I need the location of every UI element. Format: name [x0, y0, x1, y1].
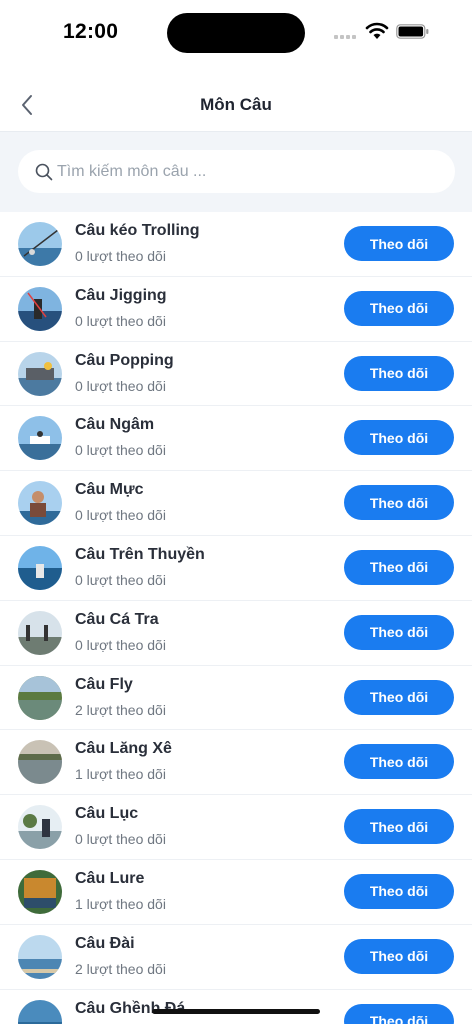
- search-input[interactable]: [57, 162, 437, 181]
- avatar: [18, 805, 62, 850]
- item-name: Câu Fly: [75, 675, 133, 693]
- list-item[interactable]: Câu Cá Tra 0 lượt theo dõi Theo dõi: [0, 601, 472, 666]
- follower-count: 0 lượt theo dõi: [75, 831, 166, 848]
- item-name: Câu Lục: [75, 805, 139, 823]
- avatar: [18, 286, 62, 331]
- wifi-icon: [365, 22, 389, 39]
- item-name: Câu Popping: [75, 351, 174, 369]
- follow-button[interactable]: Theo dõi: [344, 355, 454, 391]
- avatar: [18, 481, 62, 526]
- list-item[interactable]: Câu Mực 0 lượt theo dõi Theo dõi: [0, 471, 472, 536]
- item-name: Câu Lăng Xê: [75, 740, 172, 758]
- avatar: [18, 416, 62, 461]
- item-name: Câu Lure: [75, 869, 145, 887]
- follower-count: 2 lượt theo dõi: [75, 701, 166, 718]
- page-title: Môn Câu: [200, 95, 272, 114]
- follow-button[interactable]: Theo dõi: [344, 226, 454, 261]
- avatar: [18, 869, 62, 914]
- list-item[interactable]: Câu Lục 0 lượt theo dõi Theo dõi: [0, 795, 472, 860]
- battery-icon: [396, 24, 429, 39]
- follower-count: 0 lượt theo dõi: [75, 442, 166, 459]
- avatar: [18, 222, 62, 266]
- list-item[interactable]: Câu Fly 2 lượt theo dõi Theo dõi: [0, 666, 472, 731]
- follow-button[interactable]: Theo dõi: [344, 679, 454, 715]
- list-item[interactable]: Câu Lure 1 lượt theo dõi Theo dõi: [0, 860, 472, 925]
- navigation-bar: Môn Câu: [0, 80, 472, 132]
- search-icon: [35, 163, 53, 180]
- item-name: Câu kéo Trolling: [75, 222, 200, 239]
- avatar: [18, 675, 62, 720]
- search-bar[interactable]: [18, 150, 455, 193]
- follow-button[interactable]: Theo dõi: [344, 873, 454, 909]
- follow-button[interactable]: Theo dõi: [344, 290, 454, 326]
- list-item[interactable]: Câu Đài 2 lượt theo dõi Theo dõi: [0, 925, 472, 990]
- status-bar: 12:00: [0, 0, 472, 64]
- item-name: Câu Trên Thuyền: [75, 545, 205, 563]
- follow-button[interactable]: Theo dõi: [344, 1003, 454, 1024]
- avatar: [18, 610, 62, 655]
- list-item[interactable]: Câu Popping 0 lượt theo dõi Theo dõi: [0, 342, 472, 407]
- avatar: [18, 545, 62, 590]
- item-name: Câu Ngâm: [75, 416, 155, 434]
- list-item[interactable]: Câu kéo Trolling 0 lượt theo dõi Theo dõ…: [0, 212, 472, 277]
- follow-button[interactable]: Theo dõi: [344, 614, 454, 650]
- search-section: [0, 132, 472, 212]
- follower-count: 0 lượt theo dõi: [75, 377, 166, 394]
- follow-button[interactable]: Theo dõi: [344, 485, 454, 521]
- follower-count: 0 lượt theo dõi: [75, 636, 166, 653]
- cellular-signal-icon: [334, 35, 356, 39]
- list-item[interactable]: Câu Ghềnh Đá Theo dõi: [0, 990, 472, 1024]
- avatar: [18, 999, 62, 1024]
- follow-button[interactable]: Theo dõi: [344, 938, 454, 974]
- avatar: [18, 934, 62, 979]
- follower-count: 0 lượt theo dõi: [75, 571, 166, 588]
- item-name: Câu Jigging: [75, 286, 167, 304]
- follow-button[interactable]: Theo dõi: [344, 420, 454, 456]
- list-item[interactable]: Câu Trên Thuyền 0 lượt theo dõi Theo dõi: [0, 536, 472, 601]
- follower-count: 0 lượt theo dõi: [75, 507, 166, 524]
- avatar: [18, 351, 62, 396]
- follower-count: 1 lượt theo dõi: [75, 895, 166, 912]
- follow-button[interactable]: Theo dõi: [344, 549, 454, 585]
- follower-count: 2 lượt theo dõi: [75, 960, 166, 977]
- follow-button[interactable]: Theo dõi: [344, 744, 454, 780]
- dynamic-island: [167, 13, 305, 53]
- fishing-type-list: Câu kéo Trolling 0 lượt theo dõi Theo dõ…: [0, 212, 472, 1024]
- list-item[interactable]: Câu Jigging 0 lượt theo dõi Theo dõi: [0, 277, 472, 342]
- item-name: Câu Cá Tra: [75, 610, 159, 628]
- status-time: 12:00: [63, 20, 119, 43]
- list-item[interactable]: Câu Ngâm 0 lượt theo dõi Theo dõi: [0, 406, 472, 472]
- list-item[interactable]: Câu Lăng Xê 1 lượt theo dõi Theo dõi: [0, 730, 472, 796]
- follow-button[interactable]: Theo dõi: [344, 809, 454, 845]
- follower-count: 1 lượt theo dõi: [75, 766, 166, 783]
- home-indicator: [152, 1009, 320, 1014]
- item-name: Câu Mực: [75, 481, 144, 499]
- follower-count: 0 lượt theo dõi: [75, 312, 166, 329]
- item-name: Câu Đài: [75, 934, 135, 952]
- follower-count: 0 lượt theo dõi: [75, 248, 166, 264]
- avatar: [18, 740, 62, 785]
